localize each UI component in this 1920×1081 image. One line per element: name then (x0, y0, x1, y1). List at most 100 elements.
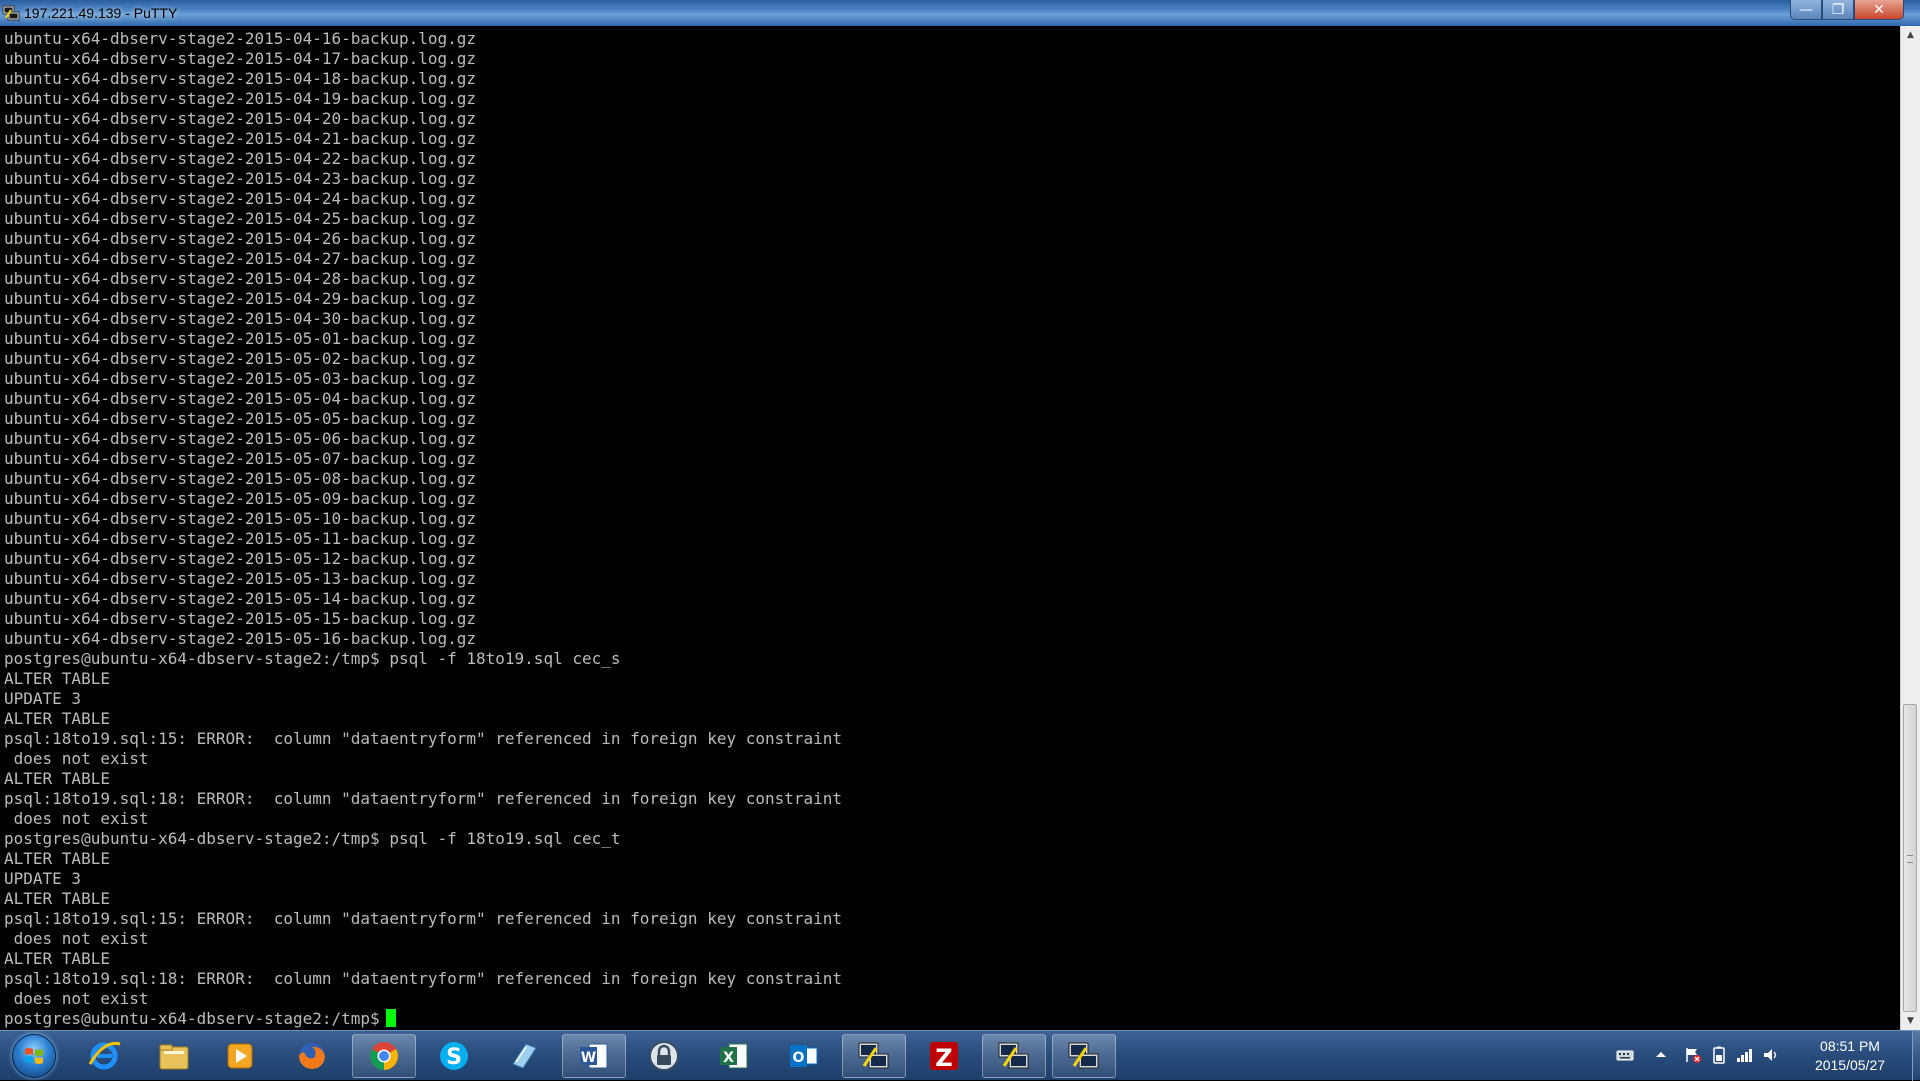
outlook-icon: O (790, 1045, 818, 1067)
putty-icon (1068, 1042, 1099, 1069)
notepad-icon (512, 1043, 537, 1069)
svg-text:O: O (793, 1050, 805, 1066)
terminal-line: ALTER TABLE (4, 709, 110, 728)
keyboard-icon[interactable] (1616, 1046, 1634, 1064)
terminal-line: ubuntu-x64-dbserv-stage2-2015-04-21-back… (4, 129, 477, 148)
excel-icon: X (720, 1043, 748, 1069)
taskbar-app-skype[interactable]: S (422, 1034, 486, 1078)
word-icon: W (580, 1043, 608, 1069)
terminal-line: postgres@ubuntu-x64-dbserv-stage2:/tmp$ … (4, 649, 621, 668)
battery-icon[interactable] (1710, 1046, 1728, 1064)
taskbar-app-outlook[interactable]: O (772, 1034, 836, 1078)
taskbar-app-firefox[interactable] (280, 1034, 344, 1078)
putty-icon (858, 1042, 889, 1069)
terminal-line: ubuntu-x64-dbserv-stage2-2015-04-17-back… (4, 49, 477, 68)
restore-icon: ❐ (1831, 1, 1845, 18)
terminal-line: ubuntu-x64-dbserv-stage2-2015-05-08-back… (4, 469, 477, 488)
terminal-line: ubuntu-x64-dbserv-stage2-2015-05-03-back… (4, 369, 477, 388)
terminal-line: psql:18to19.sql:18: ERROR: column "datae… (4, 789, 843, 808)
vertical-scrollbar[interactable]: ▲ ▼ (1900, 26, 1920, 1030)
terminal-line: ubuntu-x64-dbserv-stage2-2015-05-16-back… (4, 629, 477, 648)
taskbar-app-filezilla[interactable]: Z (912, 1034, 976, 1078)
taskbar-app-keepass[interactable] (632, 1034, 696, 1078)
svg-text:W: W (581, 1050, 596, 1066)
folder-icon (159, 1044, 189, 1070)
terminal-line: ubuntu-x64-dbserv-stage2-2015-04-16-back… (4, 29, 477, 48)
scroll-up-arrow-icon[interactable]: ▲ (1901, 26, 1920, 44)
terminal-prompt: postgres@ubuntu-x64-dbserv-stage2:/tmp$ (4, 1009, 380, 1028)
show-desktop-button[interactable] (1912, 1031, 1920, 1081)
terminal-line: does not exist (4, 929, 149, 948)
terminal-line: ubuntu-x64-dbserv-stage2-2015-04-19-back… (4, 89, 477, 108)
taskbar-app-putty-3[interactable] (1052, 1034, 1116, 1078)
terminal-screen[interactable]: ubuntu-x64-dbserv-stage2-2015-04-16-back… (0, 26, 1900, 1030)
taskbar-app-internet-explorer[interactable] (72, 1034, 136, 1078)
scrollbar-grip (1907, 855, 1913, 863)
network-signal-icon[interactable] (1736, 1046, 1754, 1064)
taskbar-app-file-explorer[interactable] (142, 1034, 206, 1078)
windows-orb-icon (12, 1034, 56, 1078)
terminal-line: ubuntu-x64-dbserv-stage2-2015-04-24-back… (4, 189, 477, 208)
volume-icon[interactable] (1762, 1046, 1780, 1064)
minimize-button[interactable]: — (1790, 0, 1822, 20)
terminal-line: ubuntu-x64-dbserv-stage2-2015-04-27-back… (4, 249, 477, 268)
start-button[interactable] (6, 1033, 62, 1079)
taskbar-app-putty-2[interactable] (982, 1034, 1046, 1078)
clock-date: 2015/05/27 (1814, 1057, 1886, 1073)
taskbar-app-media-player[interactable] (208, 1034, 272, 1078)
terminal-line: UPDATE 3 (4, 869, 82, 888)
action-center-flag-icon[interactable] (1684, 1046, 1702, 1064)
terminal-line: ubuntu-x64-dbserv-stage2-2015-05-01-back… (4, 329, 477, 348)
terminal-line: ubuntu-x64-dbserv-stage2-2015-05-14-back… (4, 589, 477, 608)
clock-time: 08:51 PM (1820, 1038, 1880, 1054)
terminal-line: does not exist (4, 989, 149, 1008)
svg-text:S: S (446, 1045, 462, 1070)
putty-icon[interactable] (2, 4, 20, 22)
taskbar-app-notepad[interactable] (492, 1034, 556, 1078)
terminal-cursor (385, 1009, 396, 1027)
terminal-line: ALTER TABLE (4, 769, 110, 788)
taskbar: S W X O Z 08:51 PM 2015/05/27 (0, 1030, 1920, 1081)
terminal-line: ubuntu-x64-dbserv-stage2-2015-05-07-back… (4, 449, 477, 468)
terminal-line: ALTER TABLE (4, 849, 110, 868)
scrollbar-thumb[interactable] (1903, 704, 1917, 1012)
minimize-icon: — (1799, 1, 1813, 18)
terminal-line: ubuntu-x64-dbserv-stage2-2015-04-29-back… (4, 289, 477, 308)
terminal-line: ubuntu-x64-dbserv-stage2-2015-05-05-back… (4, 409, 477, 428)
terminal-line: ubuntu-x64-dbserv-stage2-2015-04-30-back… (4, 309, 477, 328)
close-button[interactable]: ✕ (1854, 0, 1904, 20)
terminal-line: ubuntu-x64-dbserv-stage2-2015-05-10-back… (4, 509, 477, 528)
terminal-line: ubuntu-x64-dbserv-stage2-2015-04-26-back… (4, 229, 477, 248)
system-clock[interactable]: 08:51 PM 2015/05/27 (1790, 1037, 1910, 1075)
terminal-line: psql:18to19.sql:15: ERROR: column "datae… (4, 729, 843, 748)
terminal-line: ALTER TABLE (4, 949, 110, 968)
taskbar-app-chrome[interactable] (352, 1034, 416, 1078)
terminal-line: does not exist (4, 749, 149, 768)
svg-text:Z: Z (935, 1044, 952, 1072)
terminal-line: ubuntu-x64-dbserv-stage2-2015-04-23-back… (4, 169, 477, 188)
terminal-line: ubuntu-x64-dbserv-stage2-2015-05-09-back… (4, 489, 477, 508)
scroll-down-arrow-icon[interactable]: ▼ (1901, 1012, 1920, 1030)
terminal-line: psql:18to19.sql:18: ERROR: column "datae… (4, 969, 843, 988)
taskbar-app-excel[interactable]: X (702, 1034, 766, 1078)
taskbar-app-word[interactable]: W (562, 1034, 626, 1078)
terminal-line: ALTER TABLE (4, 889, 110, 908)
terminal-line: ALTER TABLE (4, 669, 110, 688)
terminal-line: ubuntu-x64-dbserv-stage2-2015-05-02-back… (4, 349, 477, 368)
filezilla-icon: Z (930, 1042, 958, 1072)
window-title-bar[interactable]: 197.221.49.139 - PuTTY — ❐ ✕ (0, 0, 1920, 26)
svg-text:X: X (723, 1050, 734, 1066)
terminal-output: ubuntu-x64-dbserv-stage2-2015-04-16-back… (4, 29, 842, 1029)
media-player-icon (227, 1043, 253, 1069)
terminal-line: ubuntu-x64-dbserv-stage2-2015-05-11-back… (4, 529, 477, 548)
maximize-button[interactable]: ❐ (1822, 0, 1854, 20)
terminal-line: ubuntu-x64-dbserv-stage2-2015-05-15-back… (4, 609, 477, 628)
taskbar-app-putty-1[interactable] (842, 1034, 906, 1078)
terminal-line: ubuntu-x64-dbserv-stage2-2015-05-13-back… (4, 569, 477, 588)
terminal-line: ubuntu-x64-dbserv-stage2-2015-05-06-back… (4, 429, 477, 448)
lock-icon (649, 1041, 679, 1071)
show-hidden-icons-chevron-icon[interactable] (1652, 1046, 1670, 1064)
terminal-line: UPDATE 3 (4, 689, 82, 708)
terminal-line: ubuntu-x64-dbserv-stage2-2015-05-12-back… (4, 549, 477, 568)
window-title: 197.221.49.139 - PuTTY (24, 5, 178, 21)
